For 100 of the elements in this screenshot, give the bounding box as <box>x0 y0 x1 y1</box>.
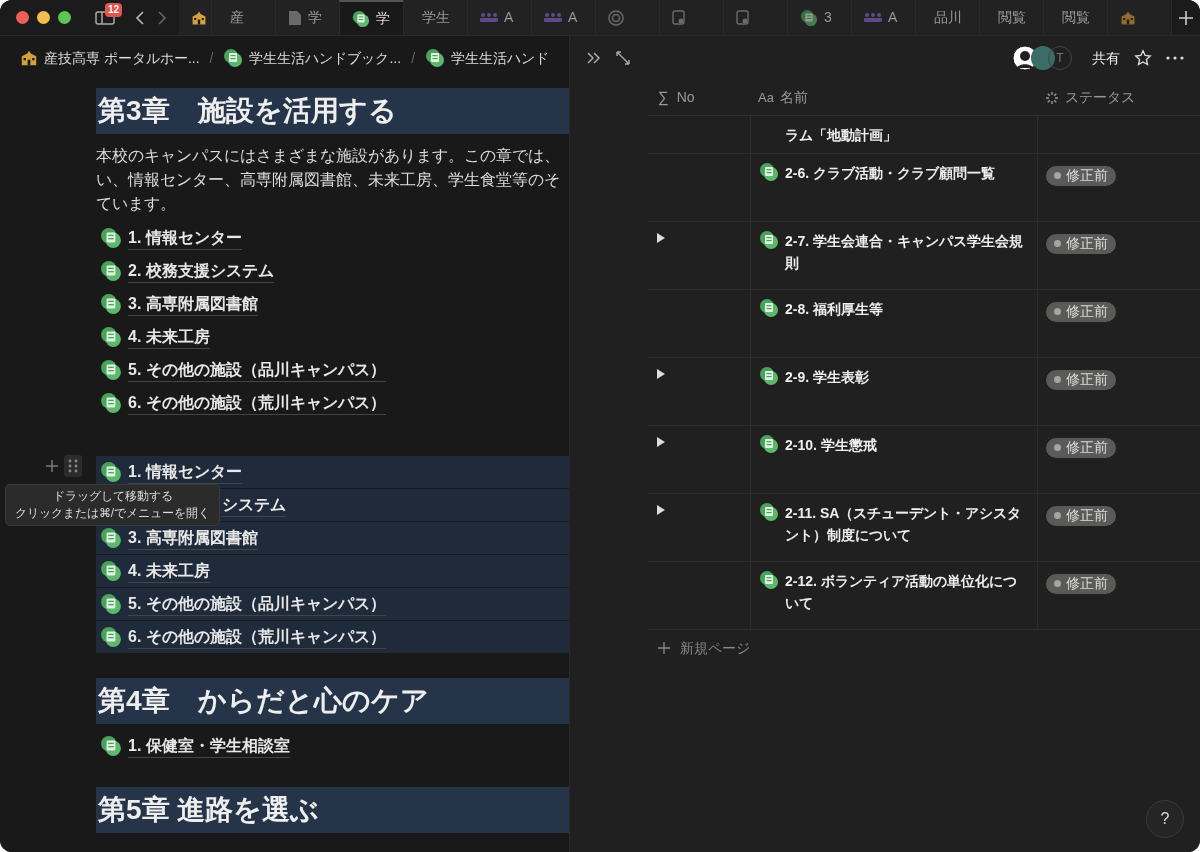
page-icon <box>759 230 779 250</box>
back-icon[interactable] <box>133 9 147 26</box>
avatar-icon[interactable] <box>1030 45 1056 71</box>
minimize-window-button[interactable] <box>37 11 50 24</box>
page-link[interactable]: 3. 高専附属図書館 <box>96 288 569 320</box>
status-tag: 修正前 <box>1046 505 1116 526</box>
page-title[interactable]: 2-12. ボランティア活動の単位化について <box>785 570 1029 629</box>
page-link[interactable]: 5. その他の施設（品川キャンパス） <box>96 354 569 386</box>
page-icon <box>759 434 779 454</box>
page-title[interactable]: 2-8. 福利厚生等 <box>785 298 883 357</box>
browser-tab[interactable]: A <box>851 0 915 35</box>
browser-tab[interactable]: 品川 <box>915 0 979 35</box>
close-window-button[interactable] <box>16 11 29 24</box>
page-link[interactable]: 1. 保健室・学生相談室 <box>96 730 569 762</box>
note-icon <box>736 9 750 26</box>
page-icon <box>100 392 122 414</box>
expand-row-icon[interactable] <box>656 504 666 516</box>
plus-icon <box>658 642 670 654</box>
status-tag: 修正前 <box>1046 233 1116 254</box>
browser-tab[interactable]: 学 <box>339 0 403 35</box>
browser-tab[interactable]: 産 <box>211 0 275 35</box>
page-title[interactable]: 2-6. クラブ活動・クラブ顧問一覧 <box>785 162 995 221</box>
school-icon <box>191 9 207 26</box>
column-header[interactable]: ステータス <box>1037 87 1200 108</box>
page-title[interactable]: 2-11. SA（スチューデント・アシスタント）制度について <box>785 502 1029 561</box>
status-tag: 修正前 <box>1046 437 1116 458</box>
page-icon <box>759 298 779 318</box>
more-icon[interactable] <box>1166 56 1184 60</box>
browser-tab[interactable]: 3 <box>787 0 851 35</box>
page-icon <box>800 8 818 27</box>
document-icon <box>288 9 302 26</box>
new-page-button[interactable]: 新規ページ <box>648 630 1200 666</box>
breadcrumb-item[interactable]: 学生生活ハンドブック... <box>223 47 402 69</box>
share-button[interactable]: 共有 <box>1092 47 1120 69</box>
new-tab-icon[interactable] <box>1178 9 1194 26</box>
page-title[interactable]: 2-10. 学生懲戒 <box>785 434 877 493</box>
people-icon <box>480 11 498 24</box>
school-icon <box>20 49 38 67</box>
breadcrumb-separator: / <box>411 48 415 68</box>
status-tag: 修正前 <box>1046 573 1116 594</box>
page-link[interactable]: 3. 高専附属図書館 <box>96 522 569 554</box>
page-icon <box>100 593 122 615</box>
paragraph-line: ています。 <box>96 194 177 214</box>
chapter-heading: 第3章 施設を活用する <box>96 88 569 134</box>
expand-icon[interactable] <box>616 51 630 65</box>
help-button[interactable]: ? <box>1146 800 1184 838</box>
browser-tab[interactable] <box>179 0 211 35</box>
maximize-window-button[interactable] <box>58 11 71 24</box>
browser-tab[interactable]: 閲覧 <box>1043 0 1107 35</box>
expand-row-icon[interactable] <box>656 368 666 380</box>
page-link[interactable]: 6. その他の施設（荒川キャンパス） <box>96 621 569 653</box>
add-block-icon[interactable] <box>44 458 60 474</box>
page-icon <box>100 359 122 381</box>
browser-tab[interactable]: A <box>467 0 531 35</box>
breadcrumb-separator: / <box>209 48 214 68</box>
forward-icon[interactable] <box>155 9 169 26</box>
drag-handle-icon[interactable] <box>64 455 82 477</box>
collapse-icon[interactable] <box>586 51 602 65</box>
page-icon <box>100 735 122 757</box>
breadcrumb-item[interactable]: 産技高専 ポータルホー... <box>20 47 200 69</box>
status-tag: 修正前 <box>1046 369 1116 390</box>
page-icon <box>100 227 122 249</box>
page-link[interactable]: 4. 未来工房 <box>96 321 569 353</box>
browser-tab[interactable]: 学 <box>275 0 339 35</box>
page-icon <box>100 293 122 315</box>
note-icon <box>672 9 686 26</box>
chapter-heading: 第5章 進路を選ぶ <box>96 787 569 833</box>
star-icon[interactable] <box>1134 49 1152 67</box>
page-title[interactable]: ラム「地動計画」 <box>785 124 897 153</box>
chapter-heading: 第4章 からだと心のケア <box>96 678 569 724</box>
status-tag: 修正前 <box>1046 301 1116 322</box>
column-header[interactable]: Aa 名前 <box>750 87 1037 108</box>
browser-tab[interactable]: 閲覧 <box>979 0 1043 35</box>
page-link[interactable]: 5. その他の施設（品川キャンパス） <box>96 588 569 620</box>
page-icon <box>759 570 779 590</box>
people-icon <box>864 11 882 24</box>
page-icon <box>223 48 244 68</box>
page-icon <box>759 162 779 182</box>
page-link[interactable]: 4. 未来工房 <box>96 555 569 587</box>
people-icon <box>544 11 562 24</box>
page-icon <box>100 626 122 648</box>
breadcrumb-item[interactable]: 学生生活ハンド <box>425 47 549 69</box>
column-header[interactable]: ∑ No <box>648 86 750 109</box>
page-title[interactable]: 2-7. 学生会連合・キャンパス学生会規則 <box>785 230 1029 289</box>
paragraph-line: い、情報センター、高専附属図書館、未来工房、学生食堂等のそ <box>96 170 561 190</box>
browser-tab[interactable]: 学生 <box>403 0 467 35</box>
page-link[interactable]: 1. 情報センター <box>96 222 569 254</box>
page-icon <box>100 560 122 582</box>
browser-tab[interactable] <box>1107 0 1171 35</box>
browser-tab[interactable]: A <box>531 0 595 35</box>
page-title[interactable]: 2-9. 学生表彰 <box>785 366 869 425</box>
page-link[interactable]: 6. その他の施設（荒川キャンパス） <box>96 387 569 419</box>
page-icon <box>759 502 779 522</box>
page-link[interactable]: 1. 情報センター <box>96 456 569 488</box>
page-icon <box>759 366 779 386</box>
page-link[interactable]: 2. 校務支援システム <box>96 255 569 287</box>
page-icon <box>100 260 122 282</box>
expand-row-icon[interactable] <box>656 232 666 244</box>
expand-row-icon[interactable] <box>656 436 666 448</box>
page-icon <box>100 527 122 549</box>
